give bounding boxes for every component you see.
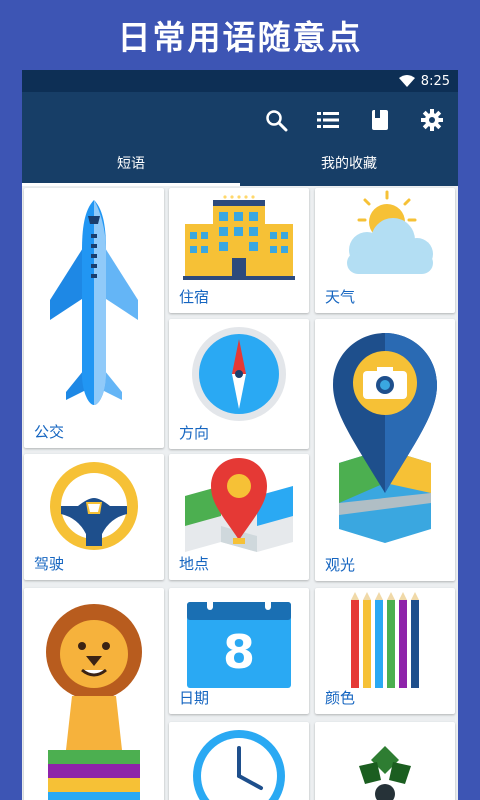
category-label: 驾驶 (34, 555, 65, 573)
colored-pencils-icon (351, 592, 419, 688)
category-label: 方向 (179, 424, 210, 442)
status-bar: 8:25 (22, 70, 458, 92)
weather-icon (347, 190, 433, 274)
toolbar-actions (260, 104, 448, 136)
promo-banner-title: 日常用语随意点 (117, 18, 363, 57)
category-card-sightseeing[interactable]: 观光 (315, 319, 455, 581)
clock-icon (193, 730, 285, 800)
app-bar: 短语 我的收藏 (22, 92, 458, 186)
app-screen: 8:25 短语 我的收藏 住宿 天气 公交 方向 观光 驾驶 地点 8 日期 颜… (22, 70, 458, 800)
plant-icon (359, 746, 411, 800)
category-label: 观光 (325, 556, 356, 574)
category-card-plant[interactable] (315, 722, 455, 800)
category-label: 地点 (179, 555, 210, 573)
steering-wheel-icon (50, 462, 138, 550)
category-card-colors[interactable]: 颜色 (315, 588, 455, 714)
hotel-icon (183, 195, 295, 280)
category-label: 天气 (325, 288, 356, 306)
category-card-clock[interactable] (169, 722, 309, 800)
category-label: 公交 (34, 423, 65, 441)
lion-icon (46, 604, 142, 800)
category-card-direction[interactable]: 方向 (169, 319, 309, 449)
camera-pin-icon (333, 333, 437, 543)
list-icon (317, 112, 339, 128)
book-button[interactable] (364, 104, 396, 136)
map-pin-icon (185, 458, 293, 552)
calendar-day: 8 (223, 625, 255, 679)
tab-phrases[interactable]: 短语 (22, 140, 240, 186)
tab-bar: 短语 我的收藏 (22, 140, 458, 186)
book-icon (372, 110, 388, 130)
category-card-lodging[interactable]: 住宿 (169, 188, 309, 313)
compass-icon (192, 327, 286, 421)
settings-button[interactable] (416, 104, 448, 136)
category-grid: 住宿 天气 公交 方向 观光 驾驶 地点 8 日期 颜色 (22, 186, 458, 800)
category-card-lion[interactable] (24, 588, 164, 800)
category-label: 日期 (179, 689, 210, 707)
category-label: 颜色 (325, 689, 356, 707)
wifi-icon (398, 74, 415, 87)
search-button[interactable] (260, 104, 292, 136)
calendar-icon: 8 (187, 596, 291, 688)
category-card-transit[interactable]: 公交 (24, 188, 164, 448)
airplane-icon (50, 200, 138, 405)
category-label: 住宿 (179, 288, 210, 306)
list-button[interactable] (312, 104, 344, 136)
category-card-places[interactable]: 地点 (169, 454, 309, 580)
settings-icon (421, 109, 443, 131)
status-time: 8:25 (420, 73, 450, 89)
category-card-driving[interactable]: 驾驶 (24, 454, 164, 580)
tab-favorites[interactable]: 我的收藏 (240, 140, 458, 186)
search-icon (266, 110, 288, 132)
category-card-date[interactable]: 8 日期 (169, 588, 309, 714)
category-card-weather[interactable]: 天气 (315, 188, 455, 313)
